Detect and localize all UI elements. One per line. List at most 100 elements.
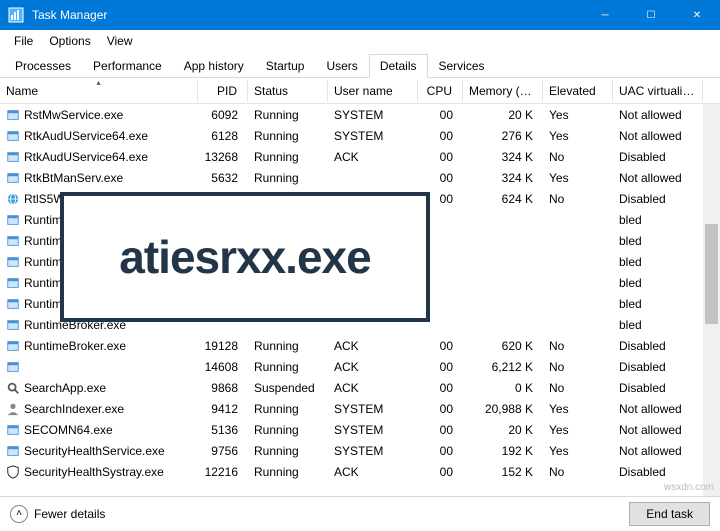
process-pid: 19128 bbox=[198, 337, 248, 355]
process-uac: bled bbox=[613, 316, 703, 334]
col-status[interactable]: Status bbox=[248, 80, 328, 102]
process-cpu: 00 bbox=[418, 379, 463, 397]
process-uac: Not allowed bbox=[613, 421, 703, 439]
process-cpu: 00 bbox=[418, 442, 463, 460]
col-user[interactable]: User name bbox=[328, 80, 418, 102]
process-status: Running bbox=[248, 148, 328, 166]
process-name: SECOMN64.exe bbox=[24, 423, 113, 437]
col-name[interactable]: ▴Name bbox=[0, 80, 198, 102]
process-pid: 5632 bbox=[198, 169, 248, 187]
table-row[interactable]: 14608RunningACK006,212 KNoDisabled bbox=[0, 356, 720, 377]
process-uac: Disabled bbox=[613, 379, 703, 397]
end-task-button[interactable]: End task bbox=[629, 502, 710, 526]
tab-users[interactable]: Users bbox=[315, 54, 368, 78]
process-cpu: 00 bbox=[418, 169, 463, 187]
process-elevated: No bbox=[543, 148, 613, 166]
process-name: RuntimeBroker.exe bbox=[24, 339, 126, 353]
process-memory bbox=[463, 281, 543, 285]
menu-file[interactable]: File bbox=[6, 32, 41, 50]
process-memory bbox=[463, 323, 543, 327]
tab-performance[interactable]: Performance bbox=[82, 54, 173, 78]
process-pid: 5136 bbox=[198, 421, 248, 439]
process-cpu: 00 bbox=[418, 127, 463, 145]
col-uac[interactable]: UAC virtualizat... bbox=[613, 80, 703, 102]
footer: ˄ Fewer details End task bbox=[0, 496, 720, 530]
process-uac: bled bbox=[613, 274, 703, 292]
process-status: Running bbox=[248, 106, 328, 124]
process-elevated: No bbox=[543, 337, 613, 355]
close-button[interactable]: ✕ bbox=[674, 0, 720, 30]
process-icon bbox=[6, 234, 20, 248]
table-row[interactable]: SecurityHealthService.exe9756RunningSYST… bbox=[0, 440, 720, 461]
maximize-button[interactable]: ☐ bbox=[628, 0, 674, 30]
scrollbar-thumb[interactable] bbox=[705, 224, 718, 324]
process-user: ACK bbox=[328, 463, 418, 481]
process-memory: 324 K bbox=[463, 148, 543, 166]
process-name: RstMwService.exe bbox=[24, 108, 123, 122]
tab-services[interactable]: Services bbox=[428, 54, 496, 78]
process-elevated: No bbox=[543, 463, 613, 481]
process-icon bbox=[6, 150, 20, 164]
menu-view[interactable]: View bbox=[99, 32, 141, 50]
process-pid: 12216 bbox=[198, 463, 248, 481]
table-row[interactable]: SecurityHealthSystray.exe12216RunningACK… bbox=[0, 461, 720, 482]
table-row[interactable]: RstMwService.exe6092RunningSYSTEM0020 KY… bbox=[0, 104, 720, 125]
tab-startup[interactable]: Startup bbox=[255, 54, 316, 78]
tab-processes[interactable]: Processes bbox=[4, 54, 82, 78]
process-icon bbox=[6, 255, 20, 269]
titlebar[interactable]: Task Manager ─ ☐ ✕ bbox=[0, 0, 720, 30]
col-memory[interactable]: Memory (a... bbox=[463, 80, 543, 102]
process-status: Running bbox=[248, 421, 328, 439]
process-status bbox=[248, 323, 328, 327]
process-memory: 624 K bbox=[463, 190, 543, 208]
tab-details[interactable]: Details bbox=[369, 54, 428, 78]
column-headers: ▴Name PID Status User name CPU Memory (a… bbox=[0, 78, 720, 104]
process-cpu: 00 bbox=[418, 463, 463, 481]
process-icon bbox=[6, 444, 20, 458]
process-icon bbox=[6, 129, 20, 143]
process-memory bbox=[463, 239, 543, 243]
col-elevated[interactable]: Elevated bbox=[543, 80, 613, 102]
process-memory: 620 K bbox=[463, 337, 543, 355]
process-memory: 20,988 K bbox=[463, 400, 543, 418]
process-name: SearchApp.exe bbox=[24, 381, 106, 395]
process-name: RtkAudUService64.exe bbox=[24, 129, 148, 143]
tab-app-history[interactable]: App history bbox=[173, 54, 255, 78]
table-row[interactable]: RtkBtManServ.exe5632Running00324 KYesNot… bbox=[0, 167, 720, 188]
process-pid: 6092 bbox=[198, 106, 248, 124]
process-status: Suspended bbox=[248, 379, 328, 397]
process-icon bbox=[6, 402, 20, 416]
process-elevated: Yes bbox=[543, 421, 613, 439]
process-icon bbox=[6, 192, 20, 206]
minimize-button[interactable]: ─ bbox=[582, 0, 628, 30]
col-pid[interactable]: PID bbox=[198, 80, 248, 102]
menu-options[interactable]: Options bbox=[41, 32, 98, 50]
process-icon bbox=[6, 276, 20, 290]
table-row[interactable]: RuntimeBroker.exe19128RunningACK00620 KN… bbox=[0, 335, 720, 356]
scrollbar[interactable] bbox=[703, 104, 720, 496]
table-row[interactable]: SearchApp.exe9868SuspendedACK000 KNoDisa… bbox=[0, 377, 720, 398]
process-cpu: 00 bbox=[418, 337, 463, 355]
process-elevated bbox=[543, 218, 613, 222]
table-row[interactable]: RtkAudUService64.exe6128RunningSYSTEM002… bbox=[0, 125, 720, 146]
process-status: Running bbox=[248, 358, 328, 376]
process-user: SYSTEM bbox=[328, 106, 418, 124]
table-row[interactable]: SECOMN64.exe5136RunningSYSTEM0020 KYesNo… bbox=[0, 419, 720, 440]
process-memory: 6,212 K bbox=[463, 358, 543, 376]
col-cpu[interactable]: CPU bbox=[418, 80, 463, 102]
process-status: Running bbox=[248, 442, 328, 460]
fewer-details-button[interactable]: ˄ Fewer details bbox=[10, 505, 105, 523]
process-status: Running bbox=[248, 337, 328, 355]
overlay-text: atiesrxx.exe bbox=[119, 230, 370, 284]
table-row[interactable]: SearchIndexer.exe9412RunningSYSTEM0020,9… bbox=[0, 398, 720, 419]
process-status: Running bbox=[248, 169, 328, 187]
process-status: Running bbox=[248, 463, 328, 481]
process-uac: Not allowed bbox=[613, 400, 703, 418]
fewer-details-label: Fewer details bbox=[34, 507, 105, 521]
process-memory bbox=[463, 260, 543, 264]
process-icon bbox=[6, 213, 20, 227]
process-memory: 192 K bbox=[463, 442, 543, 460]
table-row[interactable]: RtkAudUService64.exe13268RunningACK00324… bbox=[0, 146, 720, 167]
chevron-up-icon: ˄ bbox=[10, 505, 28, 523]
menubar: File Options View bbox=[0, 30, 720, 52]
